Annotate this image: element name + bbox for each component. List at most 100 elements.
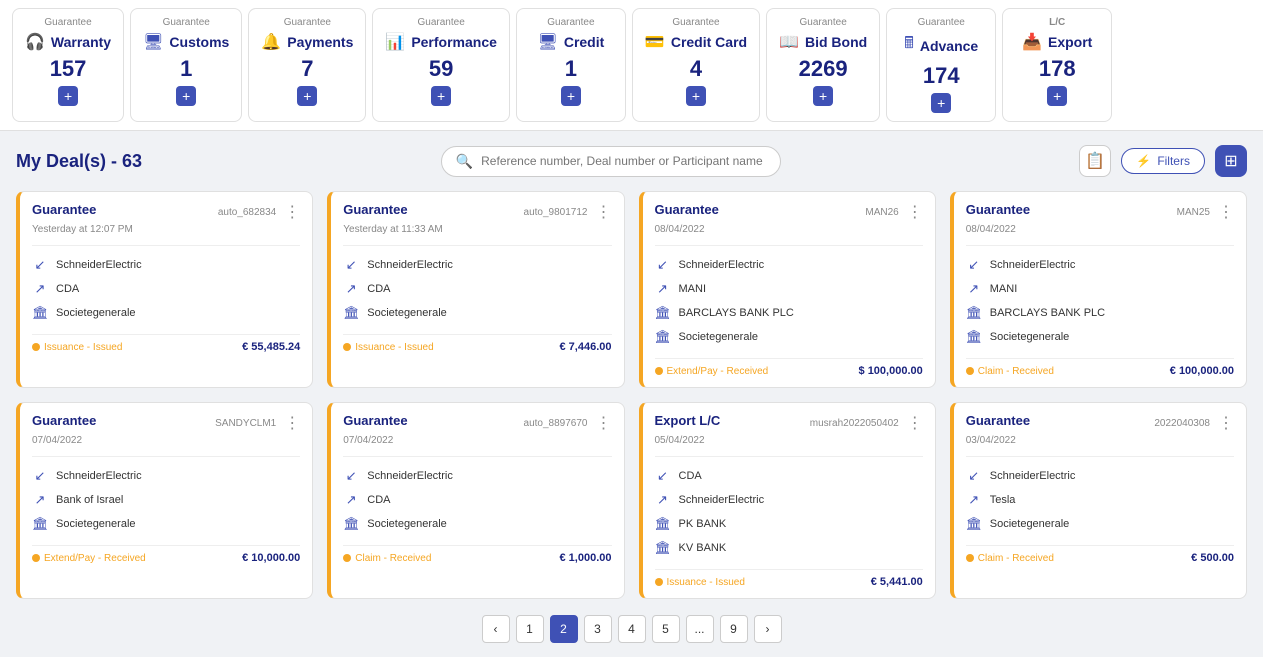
card-icon-row-export: 📥 Export — [1022, 32, 1092, 52]
add-bid-bond-button[interactable]: + — [813, 86, 833, 106]
page-5-button[interactable]: 5 — [652, 615, 680, 643]
add-customs-button[interactable]: + — [176, 86, 196, 106]
party-icon: ↙ — [32, 257, 48, 273]
card-count-credit: 1 — [565, 56, 577, 82]
deal-divider — [655, 456, 923, 457]
party-row: ↙ SchneiderElectric — [32, 256, 300, 274]
page-next-button[interactable]: › — [754, 615, 782, 643]
party-row: ↗ MANI — [966, 280, 1234, 298]
deals-grid: Guarantee auto_682834 ⋮ Yesterday at 12:… — [16, 191, 1247, 599]
party-name: SchneiderElectric — [56, 470, 142, 482]
deal-more-button[interactable]: ⋮ — [284, 413, 300, 433]
status-dot — [343, 554, 351, 562]
page-2-button[interactable]: 2 — [550, 615, 578, 643]
deal-status: Issuance - Issued — [343, 342, 433, 353]
card-sublabel-credit: Credit — [564, 34, 604, 50]
summary-card-payments[interactable]: Guarantee 🔔 Payments 7 + — [248, 8, 366, 122]
add-performance-button[interactable]: + — [431, 86, 451, 106]
summary-card-advance[interactable]: Guarantee 🖩 Advance 174 + — [886, 8, 996, 122]
summary-card-bid-bond[interactable]: Guarantee 📖 Bid Bond 2269 + — [766, 8, 880, 122]
deal-card-deal6[interactable]: Guarantee auto_8897670 ⋮ 07/04/2022 ↙ Sc… — [327, 402, 624, 599]
page-...-button[interactable]: ... — [686, 615, 714, 643]
deal-card-deal3[interactable]: Guarantee MAN26 ⋮ 08/04/2022 ↙ Schneider… — [639, 191, 936, 388]
party-row: ↗ CDA — [343, 280, 611, 298]
page-4-button[interactable]: 4 — [618, 615, 646, 643]
summary-card-export[interactable]: L/C 📥 Export 178 + — [1002, 8, 1112, 122]
deal-more-button[interactable]: ⋮ — [284, 202, 300, 222]
party-icon: ↙ — [655, 468, 671, 484]
party-name: Societegenerale — [679, 331, 759, 343]
deal-card-deal5[interactable]: Guarantee SANDYCLM1 ⋮ 07/04/2022 ↙ Schne… — [16, 402, 313, 599]
card-count-credit-card: 4 — [690, 56, 702, 82]
deal-meta: MAN26 ⋮ — [865, 202, 922, 222]
party-icon: ↙ — [32, 468, 48, 484]
add-payments-button[interactable]: + — [297, 86, 317, 106]
deal-more-button[interactable]: ⋮ — [907, 413, 923, 433]
add-warranty-button[interactable]: + — [58, 86, 78, 106]
deal-header: Guarantee SANDYCLM1 ⋮ — [32, 413, 300, 433]
deal-ref: MAN26 — [865, 207, 898, 218]
card-sublabel-warranty: Warranty — [51, 34, 111, 50]
card-icon-export: 📥 — [1022, 32, 1042, 52]
party-icon: ↙ — [966, 257, 982, 273]
add-advance-button[interactable]: + — [931, 93, 951, 113]
deal-card-deal7[interactable]: Export L/C musrah2022050402 ⋮ 05/04/2022… — [639, 402, 936, 599]
deal-ref: MAN25 — [1177, 207, 1210, 218]
deal-type: Guarantee — [32, 202, 96, 217]
summary-card-credit[interactable]: Guarantee 🖥 Credit 1 + — [516, 8, 626, 122]
status-label: Extend/Pay - Received — [667, 366, 769, 377]
deal-more-button[interactable]: ⋮ — [907, 202, 923, 222]
card-label-performance: Guarantee — [418, 17, 465, 28]
card-count-export: 178 — [1039, 56, 1076, 82]
deal-more-button[interactable]: ⋮ — [596, 202, 612, 222]
deal-card-deal2[interactable]: Guarantee auto_9801712 ⋮ Yesterday at 11… — [327, 191, 624, 388]
deal-meta: 2022040308 ⋮ — [1154, 413, 1234, 433]
card-sublabel-bid-bond: Bid Bond — [805, 34, 867, 50]
party-row: 🏛 PK BANK — [655, 515, 923, 533]
page-1-button[interactable]: 1 — [516, 615, 544, 643]
party-icon: 🏛 — [966, 516, 982, 532]
deal-date: 08/04/2022 — [655, 224, 923, 235]
page-9-button[interactable]: 9 — [720, 615, 748, 643]
card-icon-warranty: 🎧 — [25, 32, 45, 52]
party-icon: ↗ — [32, 281, 48, 297]
deal-status: Claim - Received — [966, 553, 1054, 564]
summary-card-performance[interactable]: Guarantee 📊 Performance 59 + — [372, 8, 510, 122]
deal-status: Claim - Received — [966, 366, 1054, 377]
party-icon: 🏛 — [655, 516, 671, 532]
party-row: ↗ Bank of Israel — [32, 491, 300, 509]
search-icon: 🔍 — [456, 153, 473, 170]
document-button[interactable]: 📋 — [1079, 145, 1111, 177]
status-label: Claim - Received — [978, 366, 1054, 377]
party-row: ↗ Tesla — [966, 491, 1234, 509]
deal-date: Yesterday at 11:33 AM — [343, 224, 611, 235]
page-prev-button[interactable]: ‹ — [482, 615, 510, 643]
grid-view-button[interactable]: ⊞ — [1215, 145, 1247, 177]
deal-ref: auto_8897670 — [524, 418, 588, 429]
add-credit-card-button[interactable]: + — [686, 86, 706, 106]
deal-card-deal4[interactable]: Guarantee MAN25 ⋮ 08/04/2022 ↙ Schneider… — [950, 191, 1247, 388]
summary-card-warranty[interactable]: Guarantee 🎧 Warranty 157 + — [12, 8, 124, 122]
deal-card-deal1[interactable]: Guarantee auto_682834 ⋮ Yesterday at 12:… — [16, 191, 313, 388]
deal-divider — [32, 456, 300, 457]
deal-footer: Issuance - Issued € 7,446.00 — [343, 334, 611, 353]
deal-more-button[interactable]: ⋮ — [596, 413, 612, 433]
card-sublabel-export: Export — [1048, 34, 1092, 50]
filters-button[interactable]: ⚡ Filters — [1121, 148, 1205, 174]
add-export-button[interactable]: + — [1047, 86, 1067, 106]
status-dot — [966, 554, 974, 562]
deal-footer: Claim - Received € 100,000.00 — [966, 358, 1234, 377]
deal-more-button[interactable]: ⋮ — [1218, 202, 1234, 222]
summary-card-customs[interactable]: Guarantee 🖥 Customs 1 + — [130, 8, 242, 122]
add-credit-button[interactable]: + — [561, 86, 581, 106]
deal-more-button[interactable]: ⋮ — [1218, 413, 1234, 433]
party-name: Societegenerale — [367, 307, 447, 319]
deal-status: Issuance - Issued — [655, 577, 745, 588]
page-3-button[interactable]: 3 — [584, 615, 612, 643]
search-input[interactable] — [481, 154, 766, 168]
card-count-advance: 174 — [923, 63, 960, 89]
deal-card-deal8[interactable]: Guarantee 2022040308 ⋮ 03/04/2022 ↙ Schn… — [950, 402, 1247, 599]
status-label: Extend/Pay - Received — [44, 553, 146, 564]
summary-card-credit-card[interactable]: Guarantee 💳 Credit Card 4 + — [632, 8, 760, 122]
deal-divider — [32, 245, 300, 246]
